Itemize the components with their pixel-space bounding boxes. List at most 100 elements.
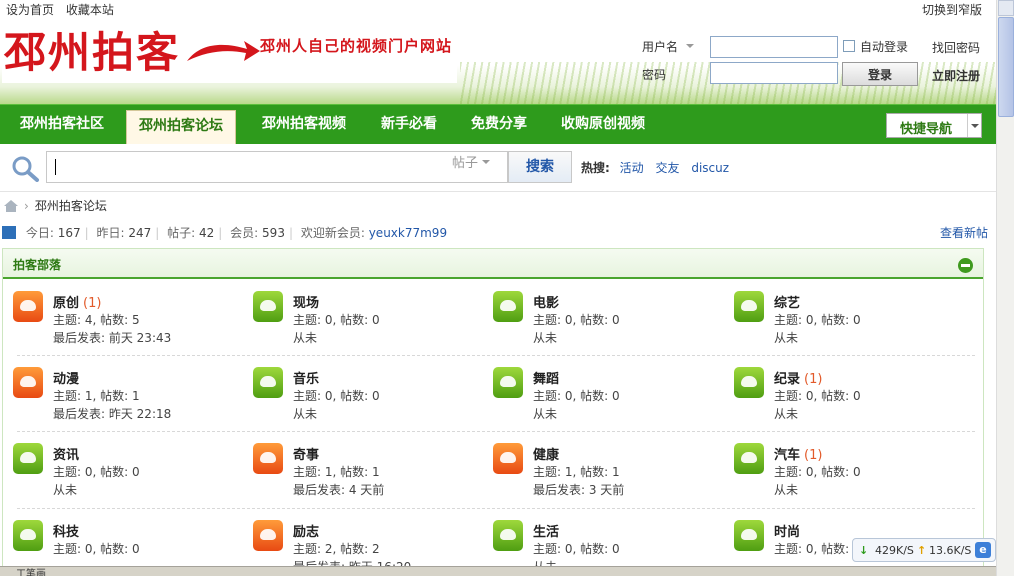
set-home-link[interactable]: 设为首页 xyxy=(6,3,54,17)
forum-last-post[interactable]: 最后发表: 昨天 22:18 xyxy=(53,405,171,422)
forum-last-post[interactable]: 最后发表: 前天 23:43 xyxy=(53,329,171,346)
forum-name[interactable]: 生活 xyxy=(533,521,559,540)
nav-item-video[interactable]: 邳州拍客视频 xyxy=(262,105,346,144)
forum-stats: 主题: 0, 帖数: 0 xyxy=(533,542,620,556)
nav-item-buy-video[interactable]: 收购原创视频 xyxy=(561,105,645,144)
forum-name[interactable]: 励志 xyxy=(293,521,319,540)
home-icon[interactable] xyxy=(4,200,18,212)
forum-name[interactable]: 动漫 xyxy=(53,368,79,387)
auto-login-checkbox[interactable] xyxy=(843,40,855,52)
forum-last-post: 从未 xyxy=(293,407,318,421)
forum-name[interactable]: 音乐 xyxy=(293,368,319,387)
nav-item-forum[interactable]: 邳州拍客论坛 xyxy=(126,110,236,144)
forum-name-text[interactable]: 科技 xyxy=(53,525,79,540)
forum-item: 纪录 (1) 主题: 0, 帖数: 0 从未 xyxy=(734,367,974,437)
search-icon xyxy=(12,156,39,182)
switch-width-link[interactable]: 切换到窄版 xyxy=(922,3,982,17)
forum-icon[interactable] xyxy=(734,520,764,551)
forum-name[interactable]: 科技 xyxy=(53,521,79,540)
quick-nav-label: 快捷导航 xyxy=(900,122,953,137)
forum-icon[interactable] xyxy=(493,520,523,551)
forum-icon[interactable] xyxy=(13,520,43,551)
row-separator xyxy=(17,431,975,432)
bookmark-link[interactable]: 收藏本站 xyxy=(66,3,114,17)
forum-name-text[interactable]: 生活 xyxy=(533,525,559,540)
forum-last-post: 从未 xyxy=(533,331,558,345)
hot-link-dating[interactable]: 交友 xyxy=(655,161,679,175)
forum-last-post[interactable]: 最后发表: 4 天前 xyxy=(293,481,384,498)
forum-name-text[interactable]: 纪录 xyxy=(774,372,800,387)
forum-name-text[interactable]: 动漫 xyxy=(53,372,79,387)
forum-name-text[interactable]: 现场 xyxy=(293,296,319,311)
nav-item-newbie[interactable]: 新手必看 xyxy=(381,105,437,144)
new-member-link[interactable]: yeuxk77m99 xyxy=(369,226,447,240)
forum-item: 资讯 主题: 0, 帖数: 0 从未 xyxy=(13,443,253,513)
forum-name-text[interactable]: 时尚 xyxy=(774,525,800,540)
forum-stats: 主题: 4, 帖数: 5 xyxy=(53,313,140,327)
forum-name[interactable]: 健康 xyxy=(533,444,559,463)
taskbar: 工笔画 xyxy=(0,566,996,576)
forum-name-text[interactable]: 原创 xyxy=(53,296,79,311)
forum-name-text[interactable]: 健康 xyxy=(533,448,559,463)
username-type-dropdown-icon[interactable] xyxy=(686,44,694,52)
forum-name[interactable]: 奇事 xyxy=(293,444,319,463)
forum-icon[interactable] xyxy=(493,367,523,398)
forum-icon[interactable] xyxy=(253,291,283,322)
username-input[interactable] xyxy=(710,36,838,58)
forum-name[interactable]: 汽车 (1) xyxy=(774,444,822,463)
forum-name[interactable]: 资讯 xyxy=(53,444,79,463)
forum-icon[interactable] xyxy=(493,443,523,474)
breadcrumb-current[interactable]: 邳州拍客论坛 xyxy=(35,199,107,213)
search-button[interactable]: 搜索 xyxy=(508,151,572,183)
forum-icon[interactable] xyxy=(493,291,523,322)
scroll-thumb[interactable] xyxy=(998,17,1014,117)
forum-name[interactable]: 舞蹈 xyxy=(533,368,559,387)
quick-nav-button[interactable]: 快捷导航 xyxy=(886,113,982,138)
forum-name-text[interactable]: 汽车 xyxy=(774,448,800,463)
view-new-posts-link[interactable]: 查看新帖 xyxy=(940,224,988,241)
logo-slogan: 邳州人自己的视频门户网站 xyxy=(260,37,453,55)
forum-name-text[interactable]: 音乐 xyxy=(293,372,319,387)
ie-icon[interactable]: e xyxy=(975,542,991,558)
forum-name[interactable]: 原创 (1) xyxy=(53,292,101,311)
forum-name[interactable]: 电影 xyxy=(533,292,559,311)
forum-icon[interactable] xyxy=(734,443,764,474)
find-password-link[interactable]: 找回密码 xyxy=(932,39,980,56)
forum-icon[interactable] xyxy=(253,367,283,398)
forum-icon[interactable] xyxy=(13,291,43,322)
vertical-scrollbar[interactable] xyxy=(996,0,1014,576)
forum-icon[interactable] xyxy=(253,520,283,551)
forum-group-title[interactable]: 拍客部落 xyxy=(13,256,61,273)
forum-name-text[interactable]: 励志 xyxy=(293,525,319,540)
forum-icon[interactable] xyxy=(253,443,283,474)
forum-name[interactable]: 时尚 xyxy=(774,521,800,540)
forum-icon[interactable] xyxy=(13,443,43,474)
forum-name[interactable]: 现场 xyxy=(293,292,319,311)
register-link[interactable]: 立即注册 xyxy=(932,67,980,84)
forum-last-post[interactable]: 最后发表: 3 天前 xyxy=(533,481,624,498)
forum-icon[interactable] xyxy=(13,367,43,398)
site-logo[interactable]: 邳州拍客 邳州人自己的视频门户网站 xyxy=(2,23,457,83)
login-button[interactable]: 登录 xyxy=(842,62,918,86)
forum-name-text[interactable]: 电影 xyxy=(533,296,559,311)
forum-icon[interactable] xyxy=(734,367,764,398)
forum-name[interactable]: 纪录 (1) xyxy=(774,368,822,387)
forum-name-text[interactable]: 综艺 xyxy=(774,296,800,311)
search-input[interactable] xyxy=(46,151,508,183)
forum-icon[interactable] xyxy=(734,291,764,322)
nav-item-community[interactable]: 邳州拍客社区 xyxy=(20,105,104,144)
hot-link-activity[interactable]: 活动 xyxy=(620,161,644,175)
forum-name[interactable]: 综艺 xyxy=(774,292,800,311)
collapse-icon[interactable] xyxy=(958,258,973,273)
password-input[interactable] xyxy=(710,62,838,84)
forum-item: 奇事 主题: 1, 帖数: 1 最后发表: 4 天前 xyxy=(253,443,493,513)
forum-item: 现场 主题: 0, 帖数: 0 从未 xyxy=(253,291,493,361)
forum-name-text[interactable]: 舞蹈 xyxy=(533,372,559,387)
forum-name-text[interactable]: 奇事 xyxy=(293,448,319,463)
nav-item-free-share[interactable]: 免费分享 xyxy=(471,105,527,144)
scroll-up-button[interactable] xyxy=(998,0,1014,16)
forum-name-text[interactable]: 资讯 xyxy=(53,448,79,463)
search-type-select[interactable]: 帖子 xyxy=(452,152,491,171)
taskbar-item[interactable]: 工笔画 xyxy=(16,565,46,576)
hot-link-discuz[interactable]: discuz xyxy=(691,161,729,175)
